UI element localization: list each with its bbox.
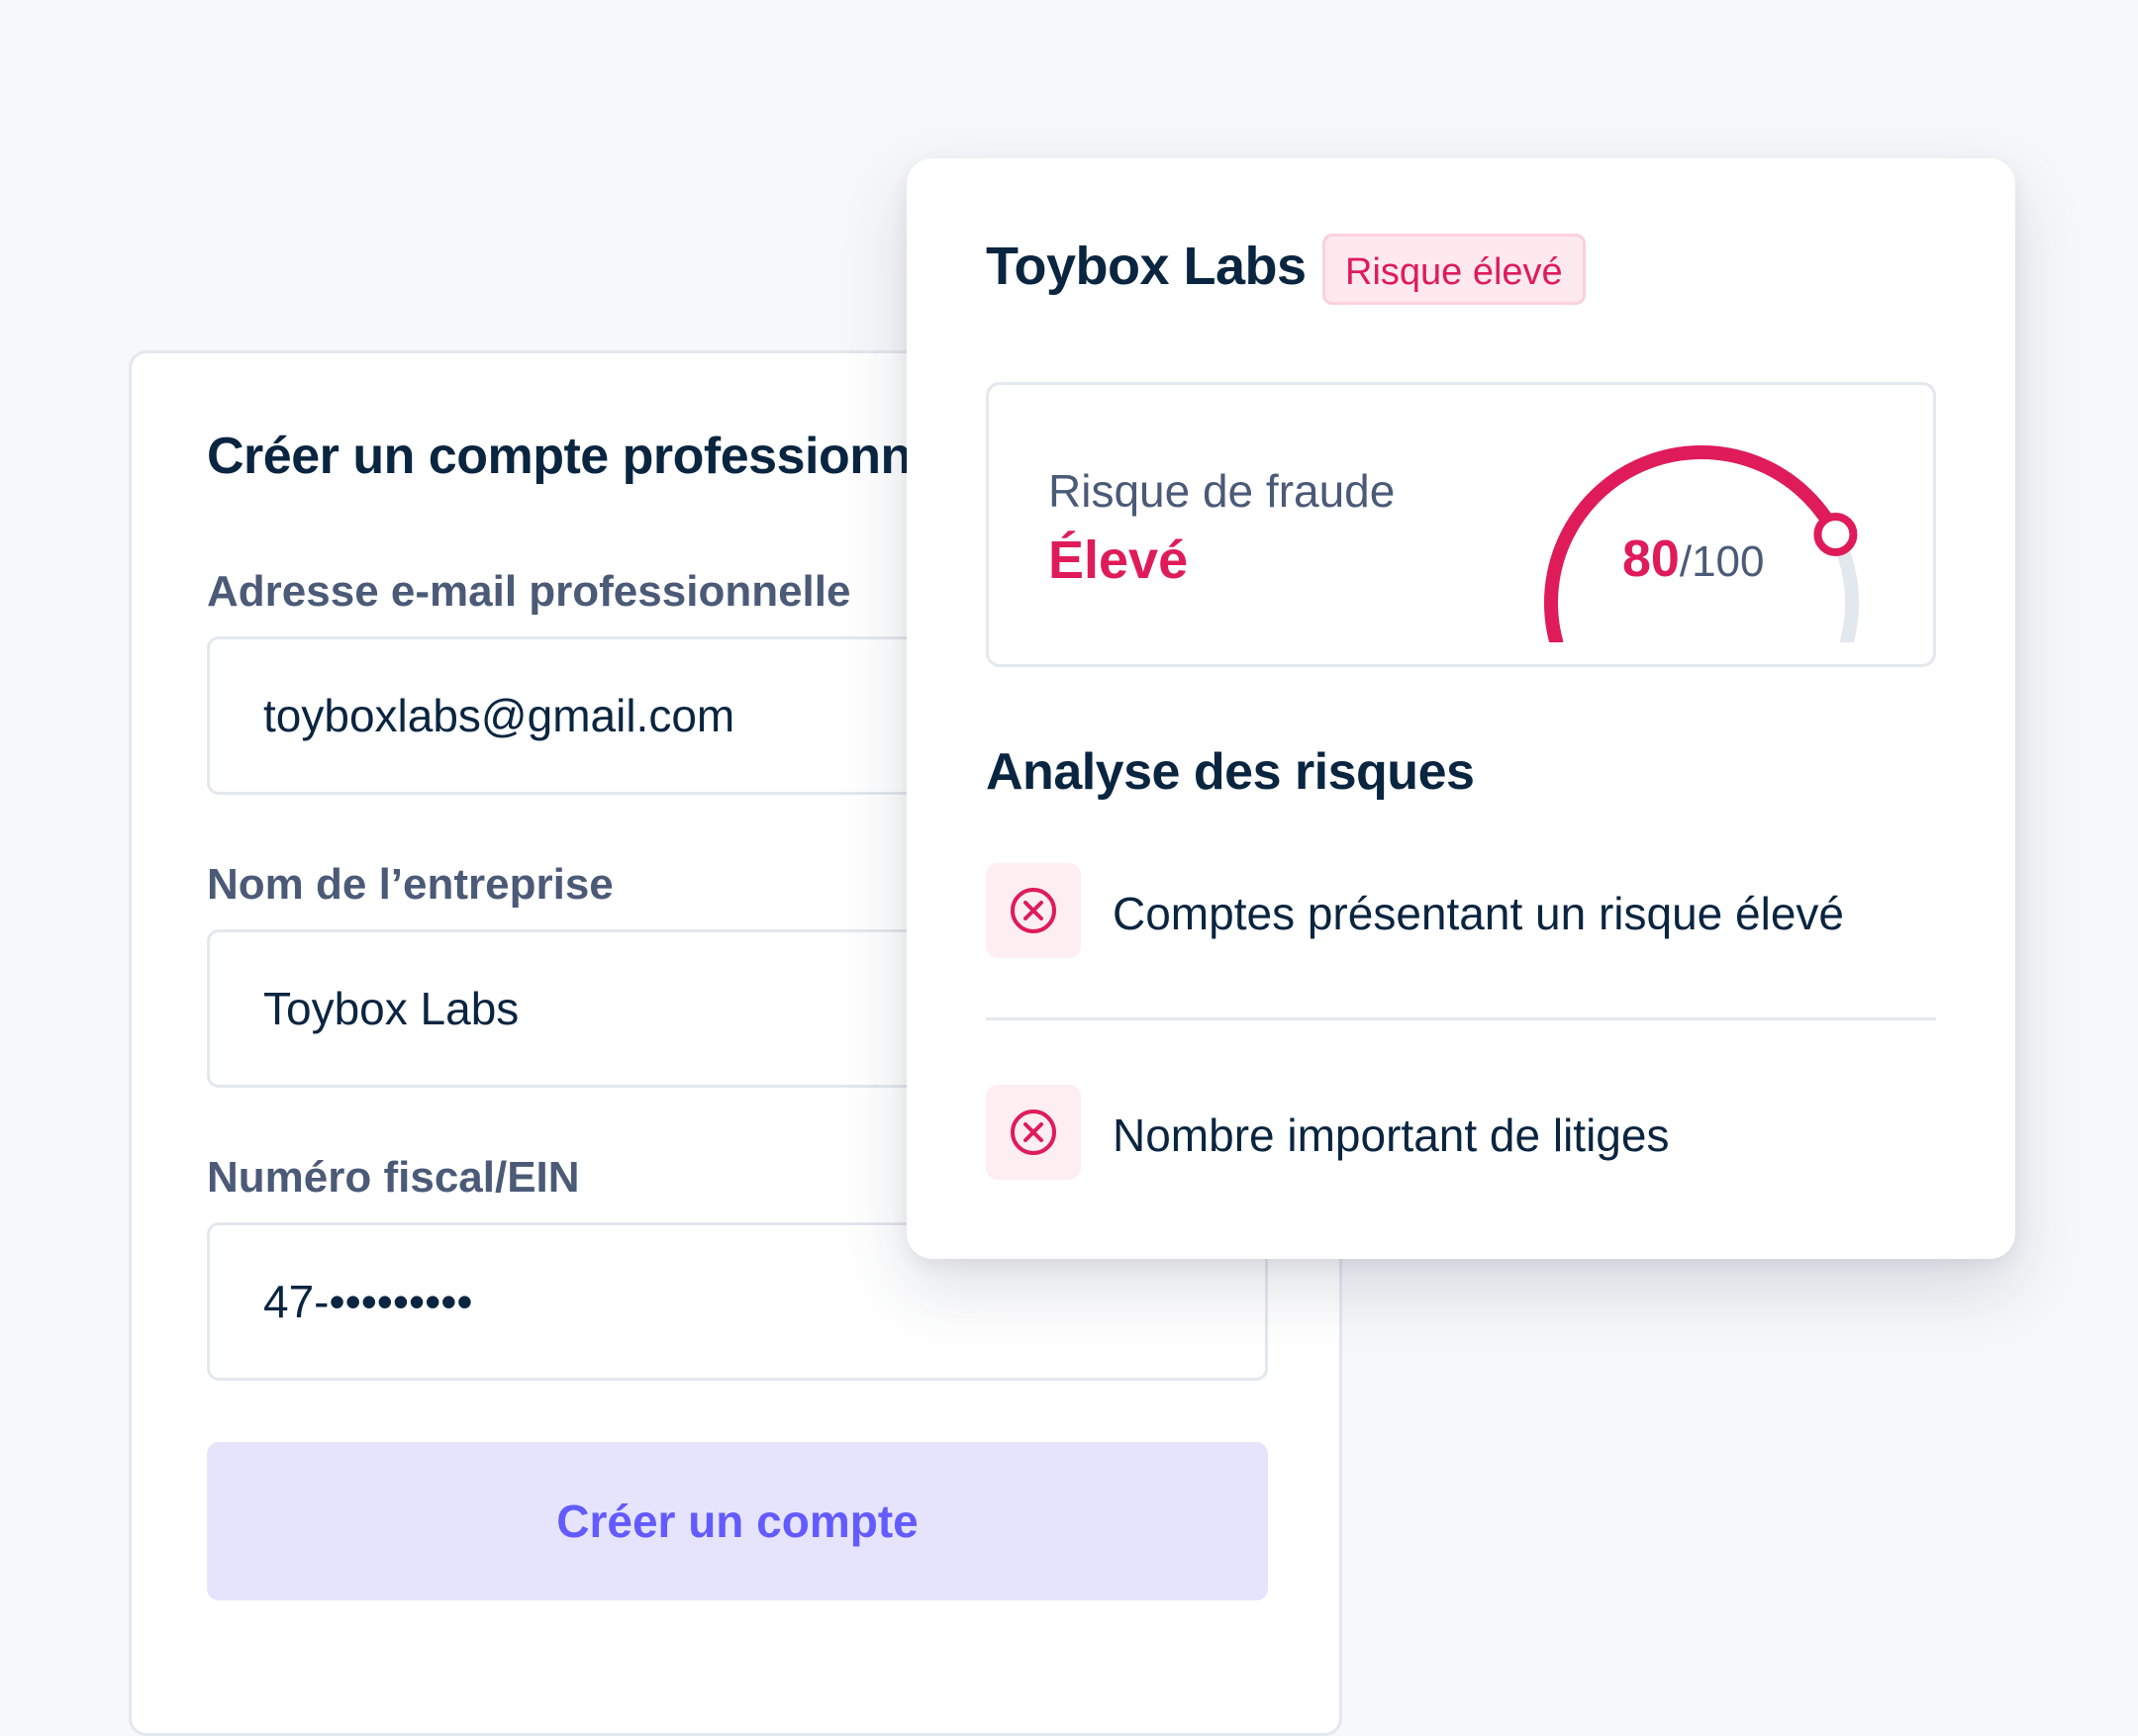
risk-item-text: Comptes présentant un risque élevé (1113, 888, 1844, 939)
fraud-risk-level: Élevé (1048, 530, 1189, 590)
fraud-score-value: 80/100 (1622, 530, 1764, 589)
gauge-knob (1813, 512, 1858, 556)
fraud-score-max: /100 (1679, 537, 1765, 586)
risk-item: Nombre important de litiges (986, 1085, 1936, 1180)
company-name-label: Nom de l’entreprise (207, 860, 614, 909)
tax-id-label: Numéro fiscal/EIN (207, 1153, 580, 1202)
risk-item-text: Nombre important de litiges (1113, 1109, 1670, 1161)
fraud-score-box: Risque de fraude Élevé 80/100 (986, 382, 1936, 667)
create-account-button[interactable]: Créer un compte (207, 1442, 1268, 1600)
divider (986, 1017, 1936, 1020)
form-title: Créer un compte professionnel (207, 428, 954, 485)
fraud-score-number: 80 (1622, 530, 1680, 588)
x-circle-icon (986, 1085, 1081, 1180)
risk-analysis-title: Analyse des risques (986, 743, 1475, 801)
fraud-score-gauge (1544, 445, 1859, 642)
company-name: Toybox Labs (986, 237, 1307, 296)
fraud-risk-label: Risque de fraude (1048, 465, 1396, 517)
x-circle-icon (986, 863, 1081, 958)
email-label: Adresse e-mail professionnelle (207, 567, 851, 616)
risk-badge: Risque élevé (1322, 234, 1586, 305)
risk-item: Comptes présentant un risque élevé (986, 863, 1936, 958)
risk-panel: Toybox Labs Risque élevé Risque de fraud… (907, 158, 2015, 1259)
